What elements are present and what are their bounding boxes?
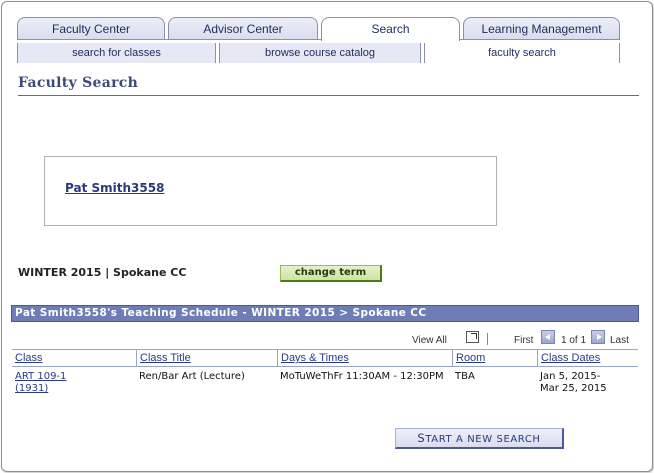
subtab-browse-course-catalog[interactable]: browse course catalog: [219, 43, 421, 63]
term-label: WINTER 2015 | Spokane CC: [18, 266, 187, 279]
title-divider: [18, 95, 639, 96]
first-label: First: [514, 335, 534, 346]
start-new-search-button[interactable]: START A NEW SEARCH: [395, 428, 564, 449]
zoom-icon[interactable]: [466, 331, 479, 343]
class-dates-cell: Jan 5, 2015- Mar 25, 2015: [540, 371, 607, 395]
class-number[interactable]: (1931): [15, 383, 66, 395]
faculty-name-link[interactable]: Pat Smith3558: [65, 181, 164, 195]
class-code[interactable]: ART 109-1: [15, 371, 66, 383]
tab-learning-management[interactable]: Learning Management: [463, 17, 620, 40]
room-cell: TBA: [455, 371, 475, 382]
page-range: 1 of 1: [561, 335, 587, 346]
column-header-room[interactable]: Room: [452, 349, 537, 367]
last-label: Last: [610, 335, 629, 346]
tab-faculty-center[interactable]: Faculty Center: [17, 17, 165, 40]
page-title: Faculty Search: [18, 75, 139, 91]
new-search-label: TART A NEW SEARCH: [425, 434, 541, 445]
column-header-class[interactable]: Class: [12, 349, 136, 367]
class-dates-start: Jan 5, 2015-: [540, 371, 601, 382]
tab-advisor-center[interactable]: Advisor Center: [168, 17, 318, 40]
tab-search[interactable]: Search: [321, 17, 460, 41]
column-header-class-title[interactable]: Class Title: [136, 349, 277, 367]
days-times-cell: MoTuWeThFr 11:30AM - 12:30PM: [280, 371, 444, 382]
schedule-grid-title: Pat Smith3558's Teaching Schedule - WINT…: [11, 305, 639, 322]
tab-divider-line: [17, 39, 620, 40]
nav-separator: [487, 333, 488, 345]
page-frame: [1, 1, 653, 472]
prev-arrow-icon[interactable]: [541, 330, 555, 344]
view-all-link[interactable]: View All: [412, 335, 447, 346]
column-header-days-times[interactable]: Days & Times: [277, 349, 452, 367]
subtab-faculty-search[interactable]: faculty search: [424, 43, 620, 63]
faculty-name-box: Pat Smith3558: [44, 156, 497, 226]
class-title-cell: Ren/Bar Art (Lecture): [139, 371, 245, 382]
class-dates-end: Mar 25, 2015: [540, 383, 607, 394]
next-arrow-icon[interactable]: [591, 330, 605, 344]
class-link[interactable]: ART 109-1 (1931): [15, 371, 66, 395]
change-term-button[interactable]: change term: [280, 265, 382, 282]
subtab-search-for-classes[interactable]: search for classes: [17, 43, 216, 63]
column-header-class-dates[interactable]: Class Dates: [537, 349, 638, 367]
